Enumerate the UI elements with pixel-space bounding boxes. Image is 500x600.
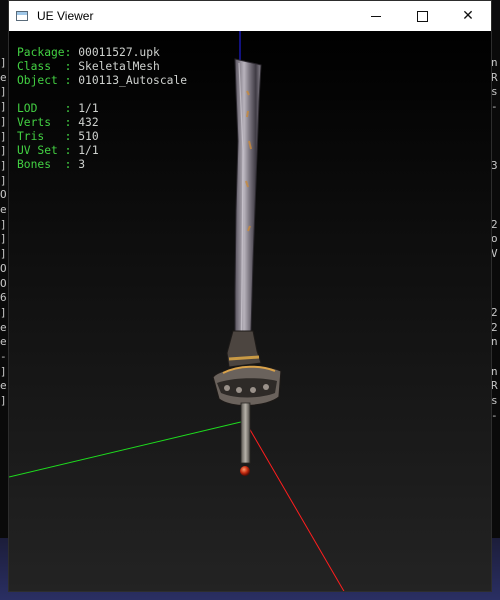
console-glyph: ] (0, 144, 7, 158)
console-glyph: ] (0, 100, 7, 114)
console-glyph: ] (0, 232, 7, 246)
mesh-info-overlay: Package: 00011527.upk Class : SkeletalMes… (17, 46, 187, 172)
info-label: Bones : (17, 158, 72, 171)
info-row: UV Set : 1/1 (17, 144, 187, 158)
axis-y-line (9, 420, 246, 478)
collar-gold (228, 355, 260, 361)
console-glyph: ] (0, 305, 7, 319)
background-console-left: ] e]]]]]]] Oe]]] O O 6] e e -] e] (0, 30, 8, 600)
console-glyph: e (0, 70, 7, 84)
console-glyph: ] (0, 114, 7, 128)
info-value: 1/1 (71, 144, 99, 157)
maximize-button[interactable] (399, 1, 445, 31)
window-title: UE Viewer (37, 9, 94, 23)
console-glyph: 6 (0, 291, 7, 305)
title-bar[interactable]: UE Viewer ✕ (9, 1, 491, 31)
close-icon: ✕ (462, 8, 474, 24)
sword-grip (240, 402, 251, 464)
guard-stud (263, 384, 269, 390)
background-console-right: nRs-32oV22nnRs- (491, 30, 500, 600)
info-value: SkeletalMesh (71, 60, 160, 73)
info-label: Object : (17, 74, 72, 87)
console-glyph: O (0, 188, 7, 202)
close-button[interactable]: ✕ (445, 1, 491, 31)
sword-mesh (212, 58, 282, 476)
sword-pommel (240, 466, 250, 476)
console-glyph: e (0, 335, 7, 349)
info-value: 1/1 (71, 102, 99, 115)
console-glyph: e (0, 320, 7, 334)
sword-blade (234, 58, 262, 362)
info-row: Class : SkeletalMesh (17, 60, 187, 74)
info-row: LOD : 1/1 (17, 102, 187, 116)
info-row: Object : 010113_Autoscale (17, 74, 187, 88)
info-value: 00011527.upk (71, 46, 160, 59)
console-glyph: ] (0, 85, 7, 99)
axis-x-line (244, 420, 345, 591)
guard-stud (236, 387, 242, 393)
app-icon (16, 11, 28, 21)
info-row: Tris : 510 (17, 130, 187, 144)
info-label: Package: (17, 46, 72, 59)
info-row: Verts : 432 (17, 116, 187, 130)
console-glyph: - (0, 350, 7, 363)
info-label: Verts : (17, 116, 72, 129)
info-label: UV Set : (17, 144, 72, 157)
info-label: Tris : (17, 130, 72, 143)
info-value: 3 (71, 158, 86, 171)
info-label: LOD : (17, 102, 72, 115)
guard-stud (250, 387, 256, 393)
console-glyph: ] (0, 394, 7, 408)
info-value: 510 (71, 130, 99, 143)
console-glyph: e (0, 203, 7, 216)
guard-stud (224, 385, 230, 391)
console-glyph: ] (0, 247, 7, 261)
console-glyph: ] (0, 129, 7, 143)
console-glyph: ] (0, 158, 7, 172)
console-glyph: O (0, 261, 7, 275)
console-glyph: ] (0, 56, 7, 69)
info-value: 432 (71, 116, 99, 129)
minimize-icon (371, 15, 381, 17)
info-row: Package: 00011527.upk (17, 46, 187, 60)
3d-viewport[interactable]: Package: 00011527.upk Class : SkeletalMes… (9, 31, 491, 591)
console-glyph: ] (0, 364, 7, 378)
console-glyph: ] (0, 173, 7, 187)
maximize-icon (416, 10, 428, 22)
console-glyph: ] (0, 217, 7, 231)
console-glyph: O (0, 276, 7, 290)
info-row: Bones : 3 (17, 158, 187, 172)
minimize-button[interactable] (353, 1, 399, 31)
info-label: Class : (17, 60, 72, 73)
window-controls: ✕ (353, 1, 491, 31)
console-glyph: e (0, 379, 7, 393)
info-value: 010113_Autoscale (71, 74, 188, 87)
sword-collar (226, 330, 262, 368)
ue-viewer-window[interactable]: UE Viewer ✕ Package: 00011527.upk Class … (8, 0, 492, 592)
